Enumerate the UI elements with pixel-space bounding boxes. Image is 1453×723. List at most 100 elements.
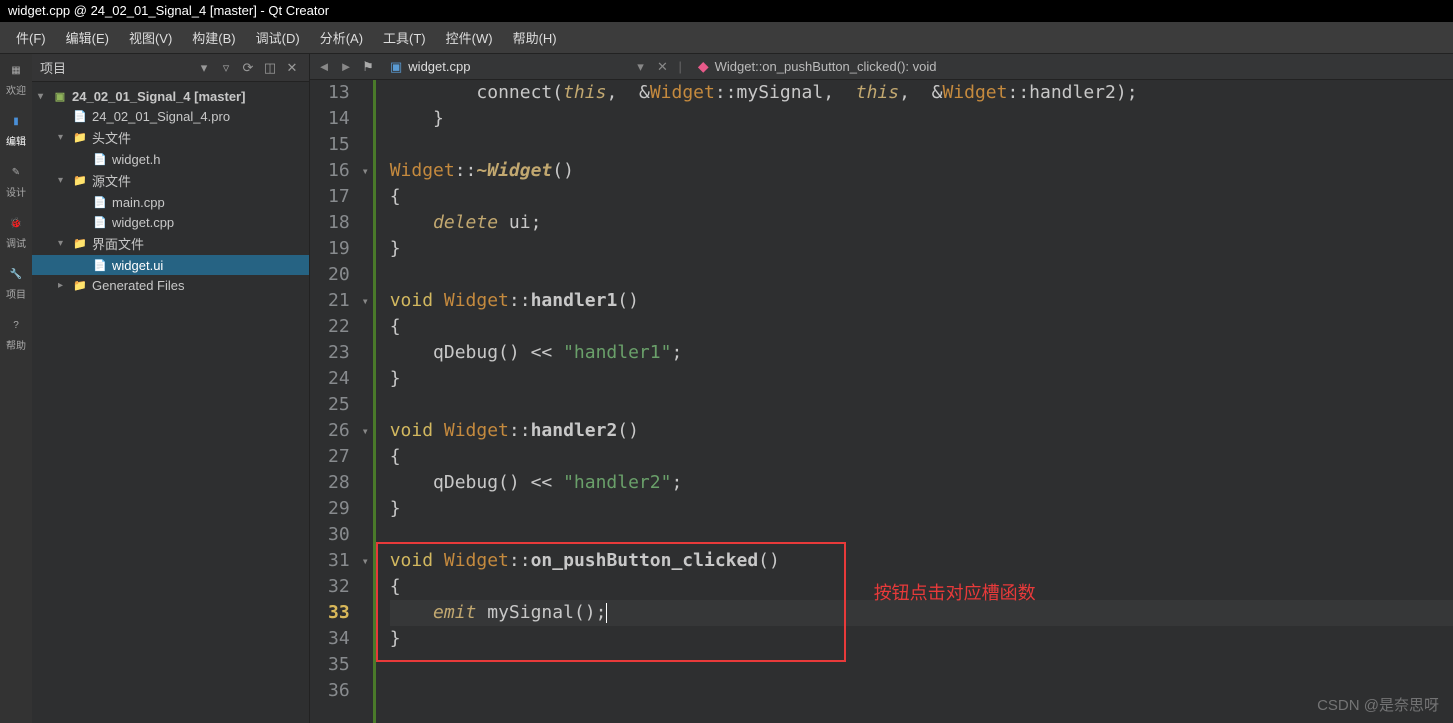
fold-icon[interactable]: ▾ — [358, 548, 373, 574]
menu-analyze[interactable]: 分析(A) — [310, 24, 373, 51]
code-line — [390, 522, 1453, 548]
tree-widget-h[interactable]: 📄widget.h — [32, 149, 309, 169]
symbol-label: Widget::on_pushButton_clicked(): void — [715, 59, 937, 74]
window-titlebar: widget.cpp @ 24_02_01_Signal_4 [master] … — [0, 0, 1453, 22]
wrench-icon: 🔧 — [6, 264, 26, 284]
menu-view[interactable]: 视图(V) — [119, 24, 182, 51]
fold-icon[interactable]: ▾ — [358, 158, 373, 184]
code-line: qDebug() << "handler2"; — [390, 470, 1453, 496]
close-tab[interactable]: ✕ — [652, 57, 672, 77]
code-line: qDebug() << "handler1"; — [390, 340, 1453, 366]
pencil-icon: ✎ — [6, 162, 26, 182]
watermark: CSDN @是奈思呀 — [1317, 694, 1439, 715]
project-icon: ▣ — [52, 88, 68, 104]
code-line: } — [390, 626, 1453, 652]
mode-edit[interactable]: ▮编辑 — [6, 111, 26, 148]
help-icon: ? — [6, 315, 26, 335]
code-line: void Widget::handler2() — [390, 418, 1453, 444]
folder-icon: 📁 — [72, 236, 88, 252]
code-line: { — [390, 314, 1453, 340]
menubar: 件(F) 编辑(E) 视图(V) 构建(B) 调试(D) 分析(A) 工具(T)… — [0, 22, 1453, 54]
code-line: } — [390, 366, 1453, 392]
bug-icon: 🐞 — [6, 213, 26, 233]
split-icon[interactable]: ◫ — [261, 59, 279, 77]
tree-widget-ui[interactable]: 📄widget.ui — [32, 255, 309, 275]
annotation-text: 按钮点击对应槽函数 — [874, 580, 1036, 606]
close-panel-icon[interactable]: ✕ — [283, 59, 301, 77]
code-line — [390, 262, 1453, 288]
code-line: } — [390, 496, 1453, 522]
dropdown-icon[interactable]: ▾ — [195, 59, 213, 77]
project-sidebar: 项目 ▾ ▿ ⟳ ◫ ✕ ▾▣24_02_01_Signal_4 [master… — [32, 54, 310, 723]
code-line: { — [390, 444, 1453, 470]
document-icon: ▮ — [6, 111, 26, 131]
mode-bar: ▦欢迎 ▮编辑 ✎设计 🐞调试 🔧项目 ?帮助 — [0, 54, 32, 723]
mode-welcome[interactable]: ▦欢迎 — [6, 60, 26, 97]
text-cursor — [606, 603, 607, 623]
tree-pro-file[interactable]: 📄24_02_01_Signal_4.pro — [32, 106, 309, 126]
code-line: } — [390, 106, 1453, 132]
folder-icon: 📁 — [72, 173, 88, 189]
menu-build[interactable]: 构建(B) — [182, 24, 245, 51]
code-line: delete ui; — [390, 210, 1453, 236]
panel-title: 项目 — [40, 58, 191, 77]
menu-tools[interactable]: 工具(T) — [373, 24, 436, 51]
diamond-icon: ◆ — [698, 58, 709, 75]
nav-forward[interactable]: ► — [336, 57, 356, 77]
mode-projects[interactable]: 🔧项目 — [6, 264, 26, 301]
folder-icon: 📁 — [72, 277, 88, 293]
code-line — [390, 132, 1453, 158]
code-line: void Widget::on_pushButton_clicked() — [390, 548, 1453, 574]
folder-icon: 📁 — [72, 130, 88, 146]
grid-icon: ▦ — [6, 60, 26, 80]
mode-help[interactable]: ?帮助 — [6, 315, 26, 352]
ui-file-icon: 📄 — [92, 257, 108, 273]
tree-project[interactable]: ▾▣24_02_01_Signal_4 [master] — [32, 86, 309, 106]
tree-generated[interactable]: ▸📁Generated Files — [32, 275, 309, 295]
menu-edit[interactable]: 编辑(E) — [56, 24, 119, 51]
nav-back[interactable]: ◄ — [314, 57, 334, 77]
code-line: void Widget::handler1() — [390, 288, 1453, 314]
cpp-icon: ▣ — [390, 59, 402, 75]
cpp-file-icon: 📄 — [92, 194, 108, 210]
editor-toolbar: ◄ ► ⚑ ▣ widget.cpp ▾ ✕ | ◆ Widget::on_pu… — [310, 54, 1453, 80]
code-line — [390, 678, 1453, 704]
code-line — [390, 392, 1453, 418]
code-editor[interactable]: 13 14 15 16 17 18 19 20 21 22 23 24 25 2… — [310, 80, 1453, 723]
menu-help[interactable]: 帮助(H) — [503, 24, 567, 51]
sync-icon[interactable]: ⟳ — [239, 59, 257, 77]
tree-main-cpp[interactable]: 📄main.cpp — [32, 192, 309, 212]
tab-filename: widget.cpp — [408, 59, 470, 74]
project-tree: ▾▣24_02_01_Signal_4 [master] 📄24_02_01_S… — [32, 82, 309, 723]
dropdown-tab-icon[interactable]: ▾ — [630, 57, 650, 77]
code-body[interactable]: connect(this, &Widget::mySignal, this, &… — [376, 80, 1453, 723]
line-gutter: 13 14 15 16 17 18 19 20 21 22 23 24 25 2… — [310, 80, 358, 723]
bookmark-icon[interactable]: ⚑ — [358, 57, 378, 77]
editor-area: ◄ ► ⚑ ▣ widget.cpp ▾ ✕ | ◆ Widget::on_pu… — [310, 54, 1453, 723]
tree-widget-cpp[interactable]: 📄widget.cpp — [32, 212, 309, 232]
file-tab[interactable]: ▣ widget.cpp — [380, 57, 486, 77]
code-line: { — [390, 184, 1453, 210]
fold-column: ▾ ▾ ▾ ▾ — [358, 80, 376, 723]
menu-file[interactable]: 件(F) — [6, 24, 56, 51]
menu-debug[interactable]: 调试(D) — [246, 24, 310, 51]
fold-icon[interactable]: ▾ — [358, 288, 373, 314]
filter-icon[interactable]: ▿ — [217, 59, 235, 77]
tree-sources[interactable]: ▾📁源文件 — [32, 169, 309, 192]
cpp-file-icon: 📄 — [92, 214, 108, 230]
fold-icon[interactable]: ▾ — [358, 418, 373, 444]
h-file-icon: 📄 — [92, 151, 108, 167]
file-icon: 📄 — [72, 108, 88, 124]
tree-forms[interactable]: ▾📁界面文件 — [32, 232, 309, 255]
code-line — [390, 652, 1453, 678]
panel-header: 项目 ▾ ▿ ⟳ ◫ ✕ — [32, 54, 309, 82]
menu-widgets[interactable]: 控件(W) — [436, 24, 503, 51]
tree-headers[interactable]: ▾📁头文件 — [32, 126, 309, 149]
code-line: connect(this, &Widget::mySignal, this, &… — [390, 80, 1453, 106]
code-line: Widget::~Widget() — [390, 158, 1453, 184]
code-line: } — [390, 236, 1453, 262]
symbol-crumb[interactable]: ◆ Widget::on_pushButton_clicked(): void — [688, 56, 947, 77]
mode-debug[interactable]: 🐞调试 — [6, 213, 26, 250]
mode-design[interactable]: ✎设计 — [6, 162, 26, 199]
separator: | — [678, 59, 681, 74]
